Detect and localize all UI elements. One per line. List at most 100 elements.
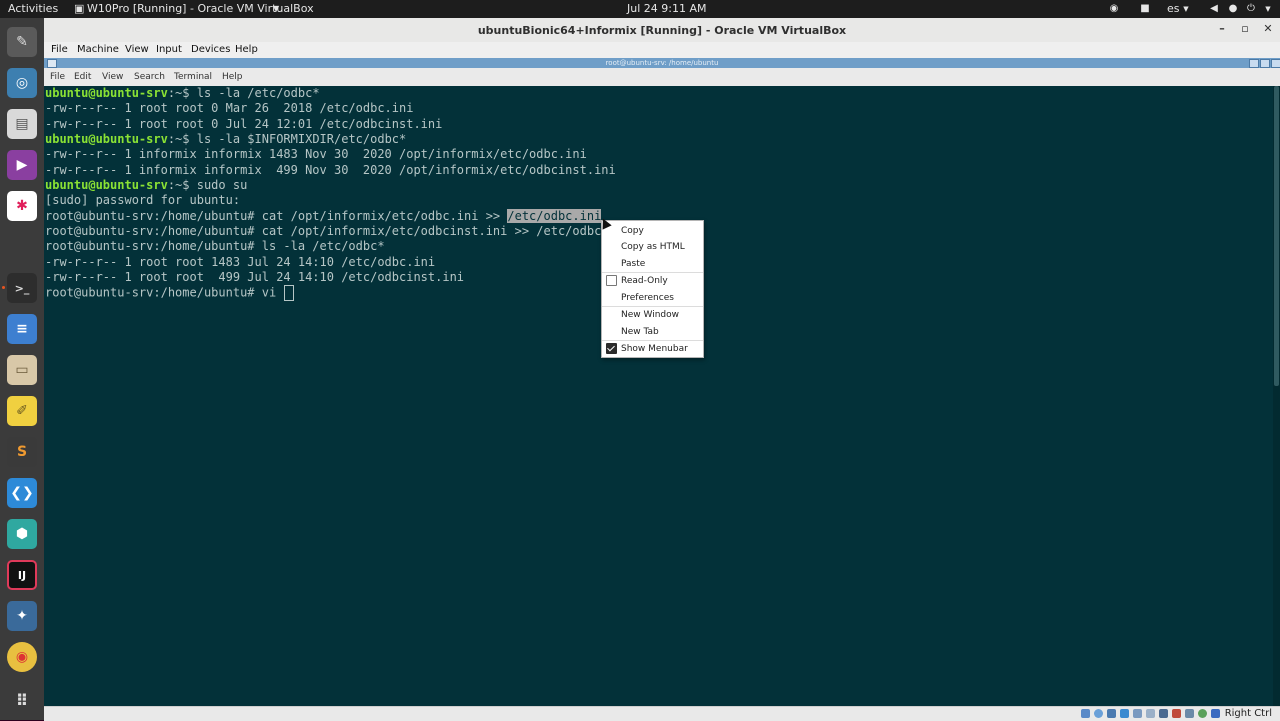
vscode-icon[interactable]: ❮❯	[7, 478, 37, 508]
scrollbar-thumb[interactable]	[1274, 86, 1279, 386]
files-icon[interactable]: ▭	[7, 355, 37, 385]
sublime-icon[interactable]: S	[7, 437, 37, 467]
terminal-menu-edit[interactable]: Edit	[74, 72, 91, 82]
terminal-menu-terminal[interactable]: Terminal	[174, 72, 212, 82]
terminal-line: -rw-r--r-- 1 informix informix 499 Nov 3…	[45, 163, 616, 177]
menu-view[interactable]: View	[125, 44, 149, 55]
menu-separator	[602, 306, 703, 307]
terminal-line: root@ubuntu-srv:/home/ubuntu# ls -la /et…	[45, 239, 385, 253]
close-icon[interactable]	[1271, 59, 1280, 68]
guest-display[interactable]: root@ubuntu-srv: /home/ubuntu File Edit …	[44, 58, 1280, 706]
terminal-line: -rw-r--r-- 1 root root 1483 Jul 24 14:10…	[45, 255, 436, 269]
cpu-icon[interactable]	[1185, 709, 1194, 718]
menu-item-show-menubar[interactable]: Show Menubar	[621, 342, 688, 356]
terminal-line: -rw-r--r-- 1 informix informix 1483 Nov …	[45, 147, 587, 161]
menu-item-new-tab[interactable]: New Tab	[621, 325, 659, 339]
selected-text[interactable]: /etc/odbc.ini	[507, 209, 602, 223]
window-menu-icon[interactable]	[47, 59, 57, 68]
menu-item-read-only[interactable]: Read-Only	[621, 274, 668, 288]
display-icon[interactable]	[1159, 709, 1168, 718]
text-editor-icon[interactable]: ≡	[7, 314, 37, 344]
menu-machine[interactable]: Machine	[77, 44, 119, 55]
optical-drive-icon[interactable]	[1094, 709, 1103, 718]
menu-help[interactable]: Help	[235, 44, 258, 55]
notes-icon[interactable]: ✐	[7, 396, 37, 426]
screenshot-icon[interactable]: ◎	[7, 68, 37, 98]
shared-folders-icon[interactable]	[1146, 709, 1155, 718]
terminal-line: ubuntu@ubuntu-srv:~$ ls -la $INFORMIXDIR…	[45, 132, 407, 146]
terminal-line: root@ubuntu-srv:/home/ubuntu# cat /opt/i…	[45, 209, 602, 223]
terminal-line: ubuntu@ubuntu-srv:~$ sudo su	[45, 178, 248, 192]
window-titlebar[interactable]: ubuntuBionic64+Informix [Running] - Orac…	[44, 18, 1280, 43]
document-icon[interactable]: ▤	[7, 109, 37, 139]
intellij-icon[interactable]: IJ	[7, 560, 37, 590]
guest-window-titlebar[interactable]: root@ubuntu-srv: /home/ubuntu	[44, 58, 1280, 68]
minimize-icon[interactable]	[1249, 59, 1259, 68]
app-grid-icon[interactable]: ⠿	[7, 685, 37, 715]
chrome-icon[interactable]: ◉	[7, 642, 37, 672]
menu-item-copy-as-html[interactable]: Copy as HTML	[621, 240, 685, 254]
terminal-line: [sudo] password for ubuntu:	[45, 193, 241, 207]
terminal-menu-help[interactable]: Help	[222, 72, 243, 82]
menu-item-copy[interactable]: Copy	[621, 224, 644, 238]
chevron-down-icon: ▼	[1265, 5, 1271, 13]
show-menubar-checkbox[interactable]	[606, 343, 617, 354]
terminal-context-menu: Copy Copy as HTML Paste Read-Only Prefer…	[601, 220, 704, 358]
terminal-output[interactable]: ubuntu@ubuntu-srv:~$ ls -la /etc/odbc* -…	[44, 86, 1280, 706]
terminal-menubar: File Edit View Search Terminal Help	[44, 68, 1280, 86]
menu-devices[interactable]: Devices	[191, 44, 230, 55]
virtualization-icon[interactable]	[1198, 709, 1207, 718]
activities-button[interactable]: Activities	[8, 2, 58, 16]
running-indicator	[2, 286, 5, 289]
audio-icon[interactable]	[1107, 709, 1116, 718]
menu-input[interactable]: Input	[156, 44, 182, 55]
app-menu-title[interactable]: W10Pro [Running] - Oracle VM VirtualBox	[87, 2, 314, 16]
guest-window-title: root@ubuntu-srv: /home/ubuntu	[605, 59, 719, 67]
terminal-line: root@ubuntu-srv:/home/ubuntu# cat /opt/i…	[45, 224, 602, 238]
slack-icon[interactable]: ✱	[7, 191, 37, 221]
network-icon[interactable]	[1120, 709, 1129, 718]
terminal-line: -rw-r--r-- 1 root root 0 Jul 24 12:01 /e…	[45, 117, 443, 131]
terminal-line: -rw-r--r-- 1 root root 0 Mar 26 2018 /et…	[45, 101, 414, 115]
menu-item-paste[interactable]: Paste	[621, 257, 645, 271]
terminal-line: ubuntu@ubuntu-srv:~$ ls -la /etc/odbc*	[45, 86, 320, 100]
video-icon[interactable]: ▶	[7, 150, 37, 180]
wifi-icon[interactable]: ◉	[1108, 3, 1120, 15]
chevron-down-icon: ▼	[273, 4, 280, 13]
close-icon[interactable]: ✕	[1261, 22, 1275, 35]
mouse-integration-icon[interactable]	[1211, 709, 1220, 718]
terminal-cursor	[284, 285, 295, 301]
menu-item-new-window[interactable]: New Window	[621, 308, 679, 322]
tools-icon[interactable]: ✎	[7, 27, 37, 57]
mysql-workbench-icon[interactable]: ✦	[7, 601, 37, 631]
hard-disk-icon[interactable]	[1081, 709, 1090, 718]
language-indicator[interactable]: es	[1167, 2, 1180, 16]
terminal-line: -rw-r--r-- 1 root root 499 Jul 24 14:10 …	[45, 270, 465, 284]
cube-icon[interactable]: ⬢	[7, 519, 37, 549]
minimize-icon[interactable]: –	[1215, 22, 1229, 35]
volume-icon[interactable]: ◀	[1208, 3, 1220, 15]
menu-separator	[602, 340, 703, 341]
gnome-top-bar: Activities ▣ W10Pro [Running] - Oracle V…	[0, 0, 1280, 18]
clock[interactable]: Jul 24 9:11 AM	[627, 2, 706, 16]
menu-item-preferences[interactable]: Preferences	[621, 291, 674, 305]
virtualbox-window: ubuntuBionic64+Informix [Running] - Orac…	[44, 18, 1280, 721]
terminal-menu-view[interactable]: View	[102, 72, 123, 82]
recording-icon[interactable]	[1172, 709, 1181, 718]
terminal-icon[interactable]: >_	[7, 273, 37, 303]
menu-file[interactable]: File	[51, 44, 68, 55]
usb-icon[interactable]	[1133, 709, 1142, 718]
terminal-scrollbar[interactable]	[1273, 86, 1280, 706]
microphone-icon[interactable]: ●	[1227, 3, 1239, 15]
virtualbox-statusbar: Right Ctrl	[44, 706, 1280, 721]
chevron-down-icon: ▼	[1183, 5, 1189, 13]
read-only-checkbox[interactable]	[606, 275, 617, 286]
camera-icon[interactable]: ■	[1139, 3, 1151, 15]
terminal-menu-file[interactable]: File	[50, 72, 65, 82]
maximize-icon[interactable]	[1260, 59, 1270, 68]
terminal-line: root@ubuntu-srv:/home/ubuntu# vi	[45, 285, 295, 301]
terminal-menu-search[interactable]: Search	[134, 72, 165, 82]
power-icon[interactable]: ⏻	[1245, 3, 1257, 15]
maximize-icon[interactable]: ▫	[1238, 22, 1252, 35]
host-key-label: Right Ctrl	[1224, 708, 1272, 719]
